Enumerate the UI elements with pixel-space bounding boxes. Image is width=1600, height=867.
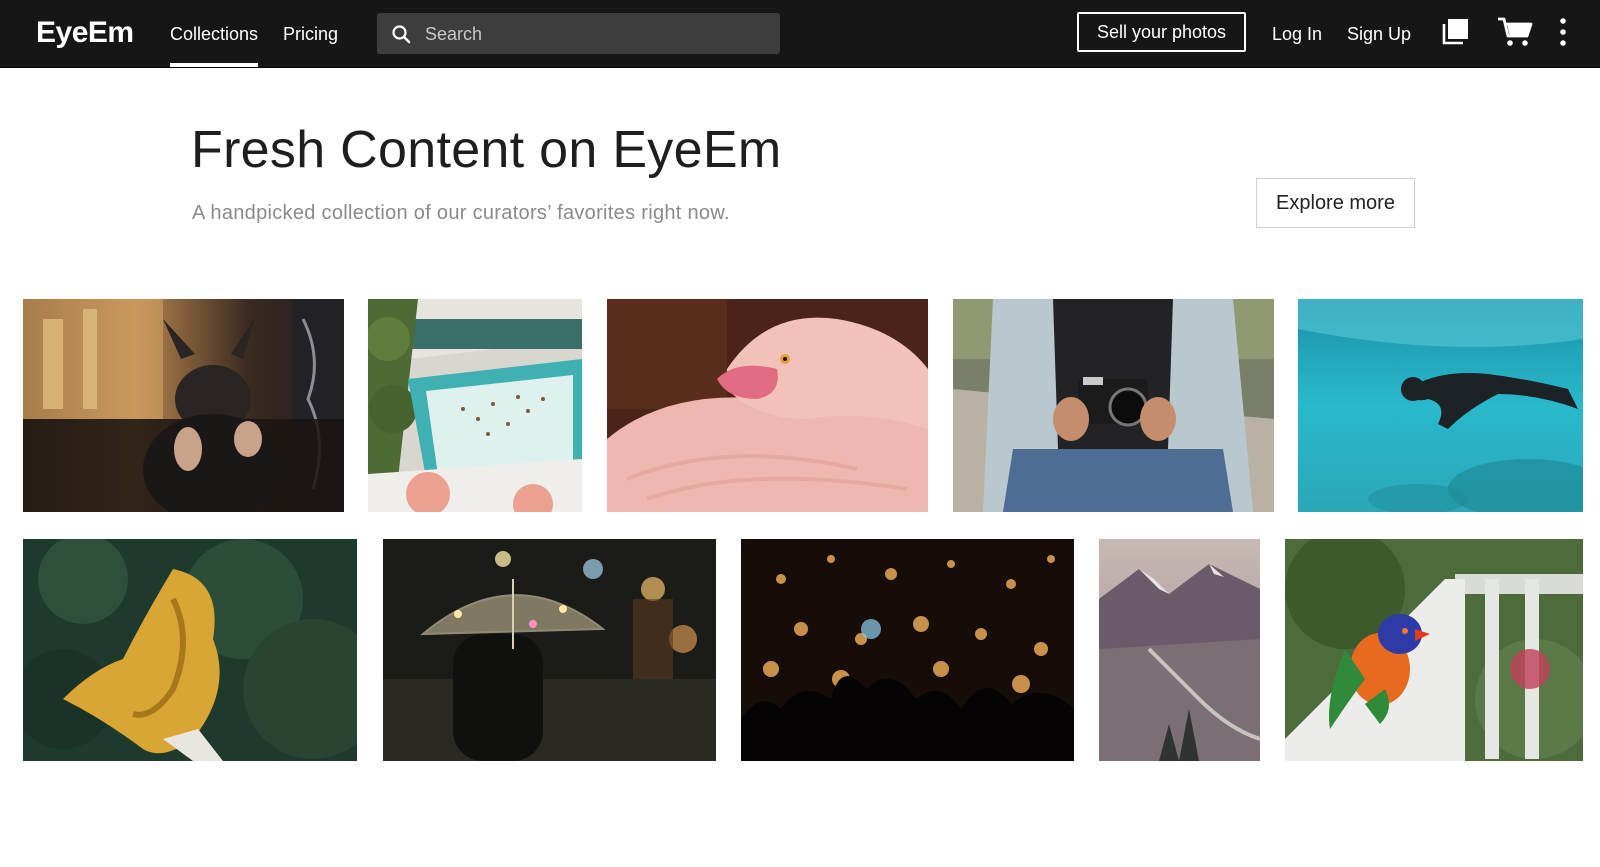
photo-french-bulldog[interactable]: [23, 299, 344, 512]
search-icon: [392, 25, 411, 44]
eyeem-logo[interactable]: EyeEm: [36, 14, 134, 52]
photo-rainbow-lorikeet[interactable]: [1285, 539, 1583, 761]
cart-icon[interactable]: [1497, 16, 1533, 48]
photo-underwater-diver[interactable]: [1298, 299, 1583, 512]
active-nav-indicator: [170, 63, 258, 67]
search-placeholder: Search: [425, 24, 483, 44]
page-subtitle: A handpicked collection of our curators’…: [192, 202, 730, 224]
nav-collections[interactable]: Collections: [170, 22, 258, 46]
login-link[interactable]: Log In: [1272, 22, 1322, 46]
more-vertical-icon[interactable]: [1556, 17, 1570, 49]
sell-your-photos-button[interactable]: Sell your photos: [1077, 12, 1246, 52]
top-navigation-bar: EyeEm Collections Pricing Search Sell yo…: [0, 0, 1600, 68]
photo-mountain-lake-road[interactable]: [1099, 539, 1260, 761]
collections-icon[interactable]: [1439, 16, 1471, 48]
page-title: Fresh Content on EyeEm: [191, 121, 782, 179]
signup-link[interactable]: Sign Up: [1347, 22, 1411, 46]
explore-more-button[interactable]: Explore more: [1256, 178, 1415, 228]
photo-pink-flamingo[interactable]: [607, 299, 928, 512]
nav-pricing[interactable]: Pricing: [283, 22, 338, 46]
photo-person-holding-camera[interactable]: [953, 299, 1274, 512]
photo-clear-umbrella-night[interactable]: [383, 539, 716, 761]
photo-aerial-pool[interactable]: [368, 299, 582, 512]
photo-crowd-bokeh-lights[interactable]: [741, 539, 1074, 761]
search-input[interactable]: Search: [377, 13, 780, 54]
photo-yellow-fabric[interactable]: [23, 539, 357, 761]
